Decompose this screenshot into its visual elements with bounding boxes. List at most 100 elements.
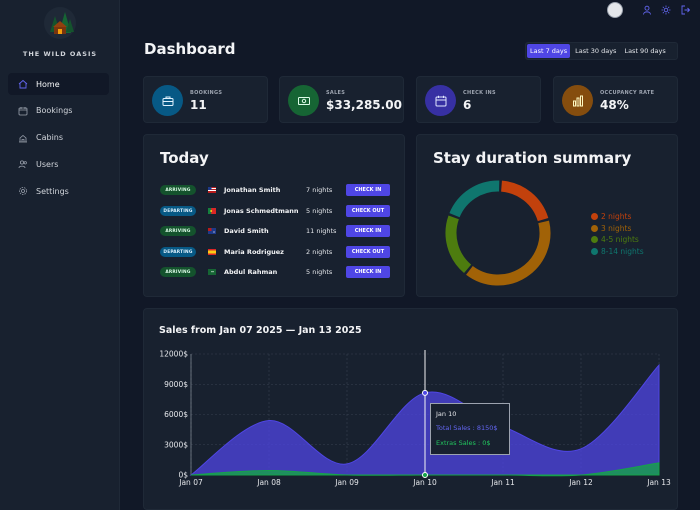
check-out-button[interactable]: CHECK OUT [346, 246, 390, 258]
legend-swatch [591, 247, 598, 255]
sidebar-item-label: Users [36, 159, 59, 169]
status-badge: DEPARTING [160, 247, 196, 257]
briefcase-icon [152, 85, 183, 116]
legend-item: 3 nights [591, 223, 644, 235]
flag-icon [208, 228, 216, 234]
stat-label: BOOKINGS [190, 90, 223, 96]
check-in-button[interactable]: CHECK IN [346, 184, 390, 196]
status-badge: ARRIVING [160, 185, 196, 195]
donut-slice[interactable] [500, 180, 549, 222]
sales-area-chart[interactable]: 0$3000$6000$9000$12000$Jan 07 Jan 08 Jan 0… [143, 340, 678, 495]
data-point[interactable] [422, 389, 428, 396]
x-tick-label: Jan 11 [490, 478, 515, 487]
stay-nights: 5 nights [306, 268, 333, 276]
legend-swatch [591, 224, 598, 232]
stat-label: CHECK INS [463, 90, 496, 96]
x-tick-label: Jan 08 [256, 478, 281, 487]
logo-text: THE WILD OASIS [22, 50, 98, 58]
check-out-button[interactable]: CHECK OUT [346, 205, 390, 217]
today-panel: Today ARRIVING Jonathan Smith 7 nights C… [143, 134, 405, 297]
stat-value: 11 [190, 98, 207, 112]
today-row: ARRIVING Jonathan Smith 7 nights CHECK I… [160, 184, 396, 197]
calendar-days-icon [425, 85, 456, 116]
home-icon [18, 79, 28, 89]
logout-icon[interactable] [680, 5, 690, 15]
filter-last-7-days[interactable]: Last 7 days [527, 44, 571, 58]
tooltip-date: Jan 10 [436, 410, 457, 418]
sun-icon[interactable] [661, 5, 671, 15]
legend-item: 8-14 nights [591, 246, 644, 258]
status-badge: DEPARTING [160, 206, 196, 216]
today-title: Today [160, 149, 209, 167]
legend-swatch [591, 213, 598, 221]
today-row: DEPARTING Maria Rodriguez 2 nights CHECK… [160, 246, 396, 259]
stat-value: 6 [463, 98, 472, 112]
flag-icon [208, 269, 216, 275]
tooltip-extras: Extras Sales : 0$ [436, 439, 491, 447]
stat-label: SALES [326, 90, 346, 96]
logo[interactable]: THE WILD OASIS [0, 6, 120, 58]
sidebar-item-label: Cabins [36, 133, 64, 143]
sidebar-item-label: Settings [36, 186, 69, 196]
stat-label: OCCUPANCY RATE [600, 90, 655, 96]
x-tick-label: Jan 12 [568, 478, 593, 487]
chart-bar-icon [562, 85, 593, 116]
avatar[interactable] [607, 2, 623, 18]
sidebar: THE WILD OASIS Home Bookings Cabins User… [0, 0, 120, 510]
user-icon[interactable] [642, 5, 652, 15]
sidebar-item-users[interactable]: Users [8, 153, 109, 175]
guest-name: Jonas Schmedtmann [224, 207, 299, 215]
logo-image [44, 7, 76, 39]
page-title: Dashboard [144, 40, 236, 58]
flag-icon [208, 187, 216, 193]
sidebar-item-settings[interactable]: Settings [8, 180, 109, 202]
filter-last-90-days[interactable]: Last 90 days [621, 44, 668, 58]
top-header [120, 0, 700, 20]
sales-title: Sales from Jan 07 2025 — Jan 13 2025 [159, 325, 362, 336]
y-tick-label: 9000$ [164, 380, 188, 389]
stat-check-ins: CHECK INS 6 [416, 76, 541, 123]
x-tick-label: Jan 09 [334, 478, 359, 487]
sidebar-item-bookings[interactable]: Bookings [8, 100, 109, 122]
sidebar-item-label: Home [36, 79, 60, 89]
status-badge: ARRIVING [160, 226, 196, 236]
legend-item: 4-5 nights [591, 234, 644, 246]
stat-sales: SALES $33,285.00 [279, 76, 404, 123]
stat-value: 48% [600, 98, 629, 112]
flag-icon [208, 249, 216, 255]
users-icon [18, 159, 28, 169]
sidebar-item-home[interactable]: Home [8, 73, 109, 95]
donut-slice[interactable] [445, 215, 472, 274]
check-in-button[interactable]: CHECK IN [346, 266, 390, 278]
today-row: ARRIVING Abdul Rahman 5 nights CHECK IN [160, 266, 396, 279]
filter-last-30-days[interactable]: Last 30 days [572, 44, 619, 58]
stat-bookings: BOOKINGS 11 [143, 76, 268, 123]
data-point[interactable] [422, 472, 428, 478]
legend-label: 2 nights [601, 212, 632, 222]
y-tick-label: 12000$ [159, 350, 188, 359]
guest-name: Jonathan Smith [224, 186, 281, 194]
tooltip-total: Total Sales : 8150$ [436, 424, 498, 432]
x-tick-label: Jan 13 [646, 478, 671, 487]
stat-value: $33,285.00 [326, 98, 402, 112]
guest-name: Maria Rodriguez [224, 248, 284, 256]
guest-name: David Smith [224, 227, 269, 235]
donut-slice[interactable] [466, 220, 551, 286]
status-badge: ARRIVING [160, 267, 196, 277]
check-in-button[interactable]: CHECK IN [346, 225, 390, 237]
stay-nights: 7 nights [306, 186, 333, 194]
gear-icon [18, 186, 28, 196]
stay-nights: 5 nights [306, 207, 333, 215]
chart-tooltip: Jan 10 Total Sales : 8150$ Extras Sales … [430, 403, 510, 455]
duration-title: Stay duration summary [433, 149, 632, 167]
date-filter: Last 7 days Last 30 days Last 90 days [525, 42, 678, 60]
x-tick-label: Jan 10 [412, 478, 437, 487]
sidebar-item-cabins[interactable]: Cabins [8, 127, 109, 149]
stay-duration-donut [445, 180, 551, 286]
donut-slice[interactable] [449, 180, 500, 218]
sidebar-nav: Home Bookings Cabins Users Settings [8, 73, 109, 207]
stat-occupancy-rate: OCCUPANCY RATE 48% [553, 76, 678, 123]
cabin-icon [18, 133, 28, 143]
today-row: DEPARTING Jonas Schmedtmann 5 nights CHE… [160, 205, 396, 218]
guest-name: Abdul Rahman [224, 268, 278, 276]
